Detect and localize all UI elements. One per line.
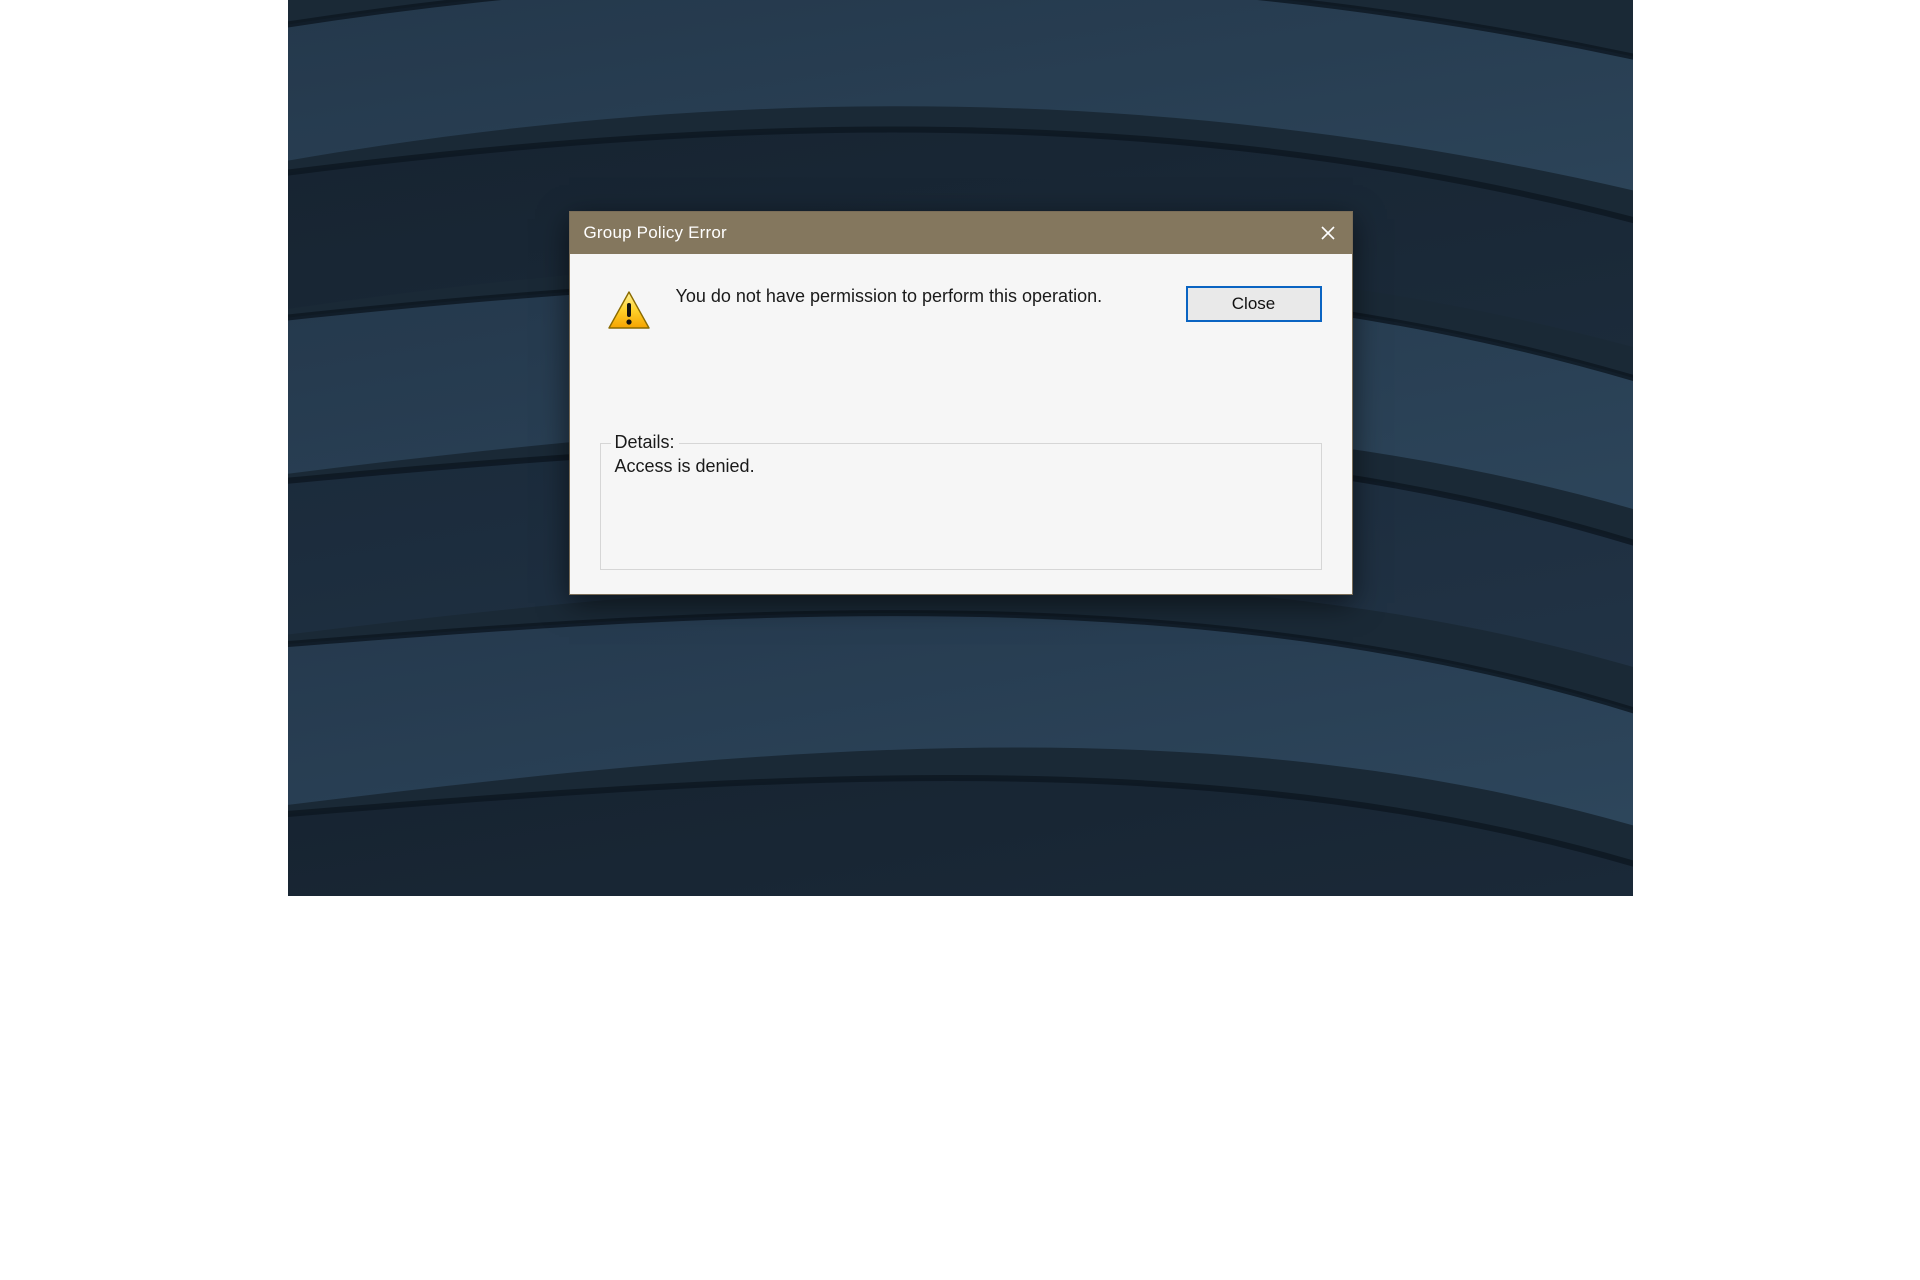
- warning-icon: [606, 288, 654, 339]
- details-text: Access is denied.: [615, 456, 1307, 477]
- error-dialog: Group Policy Error: [569, 211, 1353, 595]
- details-group: Details: Access is denied.: [600, 443, 1322, 570]
- desktop: Group Policy Error: [288, 0, 1633, 896]
- titlebar[interactable]: Group Policy Error: [570, 212, 1352, 254]
- dialog-body: You do not have permission to perform th…: [570, 254, 1352, 594]
- message-row: You do not have permission to perform th…: [600, 284, 1322, 339]
- close-button[interactable]: Close: [1186, 286, 1322, 322]
- close-icon: [1321, 226, 1335, 240]
- details-label: Details:: [611, 432, 679, 453]
- titlebar-close-button[interactable]: [1304, 212, 1352, 254]
- error-message: You do not have permission to perform th…: [676, 284, 1164, 308]
- dialog-title: Group Policy Error: [584, 223, 727, 243]
